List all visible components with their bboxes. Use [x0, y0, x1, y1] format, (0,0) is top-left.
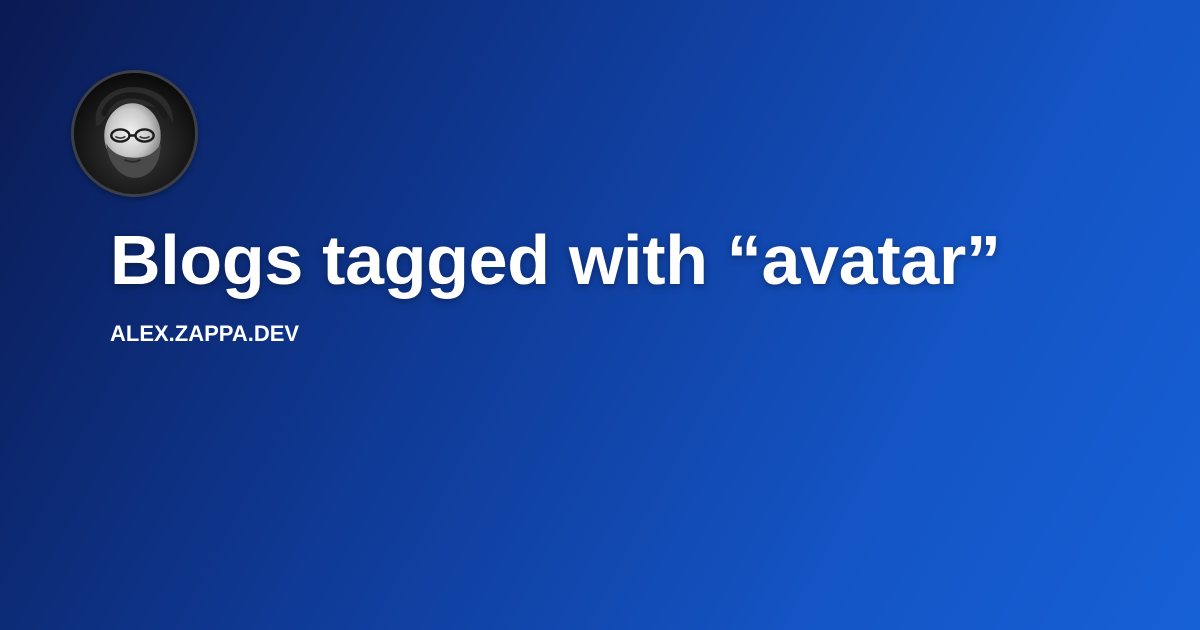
author-avatar [71, 70, 198, 197]
person-photo-icon [74, 73, 195, 194]
page-title: Blogs tagged with “avatar” [110, 221, 1001, 299]
social-card: Blogs tagged with “avatar” ALEX.ZAPPA.DE… [0, 0, 1200, 630]
site-domain: ALEX.ZAPPA.DEV [110, 321, 300, 346]
